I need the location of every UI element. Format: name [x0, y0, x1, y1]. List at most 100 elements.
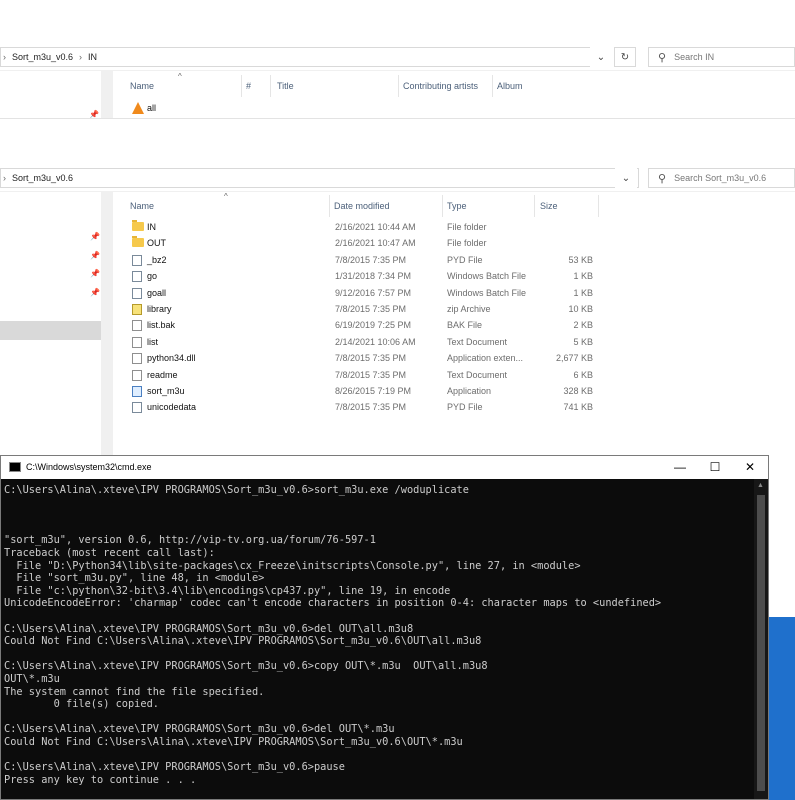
nav-pane-scrollbar[interactable]: [101, 71, 113, 118]
console-line: C:\Users\Alina\.xteve\IPV PROGRAMOS\Sort…: [4, 660, 488, 673]
gear-file-icon: [132, 287, 142, 299]
nav-pane-selected-item[interactable]: [0, 321, 101, 340]
file-row[interactable]: sort_m3u 8/26/2015 7:19 PM Application 328 …: [130, 384, 600, 400]
file-name: python34.dll: [147, 353, 196, 364]
minimize-icon: —: [674, 460, 686, 474]
file-row[interactable]: go 1/31/2018 7:34 PM Windows Batch File 1 K…: [130, 269, 600, 285]
console-line: Press any key to continue . . .: [4, 773, 197, 786]
maximize-button[interactable]: ☐: [698, 458, 732, 476]
console-line: Traceback (most recent call last):: [4, 546, 215, 559]
file-size: 10 KB: [568, 304, 593, 314]
column-header-number[interactable]: #: [246, 81, 251, 91]
search-input[interactable]: ⚲ Search Sort_m3u_v0.6: [648, 168, 795, 188]
file-date: 2/16/2021 10:47 AM: [335, 238, 416, 249]
column-header-size[interactable]: Size: [540, 201, 558, 211]
column-header-name[interactable]: Name: [130, 201, 154, 211]
file-name: list: [147, 336, 158, 347]
breadcrumb-item[interactable]: Sort_m3u_v0.6: [12, 173, 73, 183]
file-row[interactable]: all: [130, 101, 600, 117]
file-type: File folder: [447, 222, 487, 232]
file-type: File folder: [447, 238, 487, 249]
column-header-row: Name ^ # Title Contributing artists Albu…: [114, 72, 795, 97]
sort-up-icon: ^: [224, 192, 228, 201]
nav-pane: [0, 71, 101, 118]
file-size: 6 KB: [573, 369, 593, 380]
file-type: Application exten...: [447, 353, 524, 364]
file-size: 2 KB: [573, 320, 593, 331]
column-header-type[interactable]: Type: [447, 201, 467, 211]
file-row[interactable]: library 7/8/2015 7:35 PM zip Archive 10 KB: [130, 302, 600, 318]
file-name: sort_m3u: [147, 386, 185, 396]
breadcrumb-item[interactable]: Sort_m3u_v0.6: [12, 52, 73, 62]
scroll-up-icon[interactable]: ▲: [757, 482, 764, 489]
search-icon: ⚲: [658, 51, 667, 64]
file-row[interactable]: readme 7/8/2015 7:35 PM Text Document 6 KB: [130, 368, 600, 384]
scrollbar-thumb[interactable]: [757, 495, 765, 791]
file-type: BAK File: [447, 320, 483, 331]
app-icon: [132, 386, 142, 397]
file-row[interactable]: IN 2/16/2021 10:44 AM File folder: [130, 220, 600, 236]
nav-pane-scrollbar[interactable]: [101, 192, 113, 456]
dropdown-icon[interactable]: ⌄: [615, 168, 637, 188]
refresh-button[interactable]: ↻: [614, 47, 636, 67]
folder-icon: [132, 236, 144, 248]
file-icon: [132, 320, 142, 332]
file-date: 7/8/2015 7:35 PM: [335, 304, 407, 314]
gear-file-icon: [132, 402, 142, 414]
file-size: 1 KB: [573, 287, 593, 298]
file-type: zip Archive: [447, 304, 491, 314]
cmd-title-bar[interactable]: C:\Windows\system32\cmd.exe — ☐ ✕: [1, 456, 768, 479]
address-bar[interactable]: › Sort_m3u_v0.6 › IN: [0, 47, 611, 67]
file-type: PYD File: [447, 402, 483, 413]
file-type: Text Document: [447, 369, 508, 380]
console-scrollbar[interactable]: ▲: [754, 479, 768, 799]
close-icon: ✕: [744, 460, 756, 474]
sort-up-icon: ^: [178, 72, 182, 81]
file-size: 2,677 KB: [555, 353, 593, 364]
search-placeholder: Search IN: [674, 52, 715, 62]
console-line: File "c:\python\32-bit\3.4\lib\encodings…: [4, 584, 451, 597]
file-type: Windows Batch File: [447, 271, 527, 282]
file-row[interactable]: OUT 2/16/2021 10:47 AM File folder: [130, 236, 600, 252]
file-row[interactable]: unicodedata 7/8/2015 7:35 PM PYD File 741 K…: [130, 400, 600, 416]
column-header-title[interactable]: Title: [277, 81, 294, 91]
file-row[interactable]: _bz2 7/8/2015 7:35 PM PYD File 53 KB: [130, 253, 600, 269]
file-row[interactable]: goall 9/12/2016 7:57 PM Windows Batch File…: [130, 286, 600, 302]
console-line: 0 file(s) copied.: [4, 698, 159, 711]
file-row[interactable]: python34.dll 7/8/2015 7:35 PM Application …: [130, 351, 600, 367]
pin-icon: 📌: [90, 232, 100, 241]
console-line: File "D:\Python34\lib\site-packages\cx_F…: [4, 559, 581, 572]
address-bar[interactable]: › Sort_m3u_v0.6: [0, 168, 639, 188]
file-name: _bz2: [147, 254, 167, 265]
console-line: OUT\*.m3u: [4, 672, 60, 685]
console-line: C:\Users\Alina\.xteve\IPV PROGRAMOS\Sort…: [4, 723, 395, 736]
file-date: 8/26/2015 7:19 PM: [335, 386, 412, 396]
file-name: readme: [147, 369, 178, 380]
chevron-right-icon: ›: [3, 52, 6, 62]
file-date: 9/12/2016 7:57 PM: [335, 287, 412, 298]
column-header-date-modified[interactable]: Date modified: [334, 201, 390, 211]
cmd-title: C:\Windows\system32\cmd.exe: [26, 462, 152, 472]
file-row[interactable]: list.bak 6/19/2019 7:25 PM BAK File 2 KB: [130, 318, 600, 334]
breadcrumb-item[interactable]: IN: [88, 52, 97, 62]
file-name: list.bak: [147, 320, 176, 331]
console-output[interactable]: C:\Users\Alina\.xteve\IPV PROGRAMOS\Sort…: [4, 484, 754, 796]
search-input[interactable]: ⚲ Search IN: [648, 47, 795, 67]
close-button[interactable]: ✕: [733, 458, 767, 476]
file-row[interactable]: list 2/14/2021 10:06 AM Text Document 5 KB: [130, 335, 600, 351]
cmd-app-icon: [9, 462, 21, 472]
minimize-button[interactable]: —: [663, 458, 697, 476]
column-header-album[interactable]: Album: [497, 81, 523, 91]
file-name: library: [147, 304, 172, 314]
file-size: 741 KB: [563, 402, 593, 413]
file-size: 53 KB: [568, 254, 593, 265]
column-header-contributing-artists[interactable]: Contributing artists: [403, 81, 478, 91]
console-line: UnicodeEncodeError: 'charmap' codec can'…: [4, 597, 662, 610]
dropdown-icon[interactable]: ⌄: [590, 47, 612, 67]
column-header-name[interactable]: Name: [130, 81, 154, 91]
file-date: 1/31/2018 7:34 PM: [335, 271, 412, 282]
pin-icon: 📌: [90, 251, 100, 260]
